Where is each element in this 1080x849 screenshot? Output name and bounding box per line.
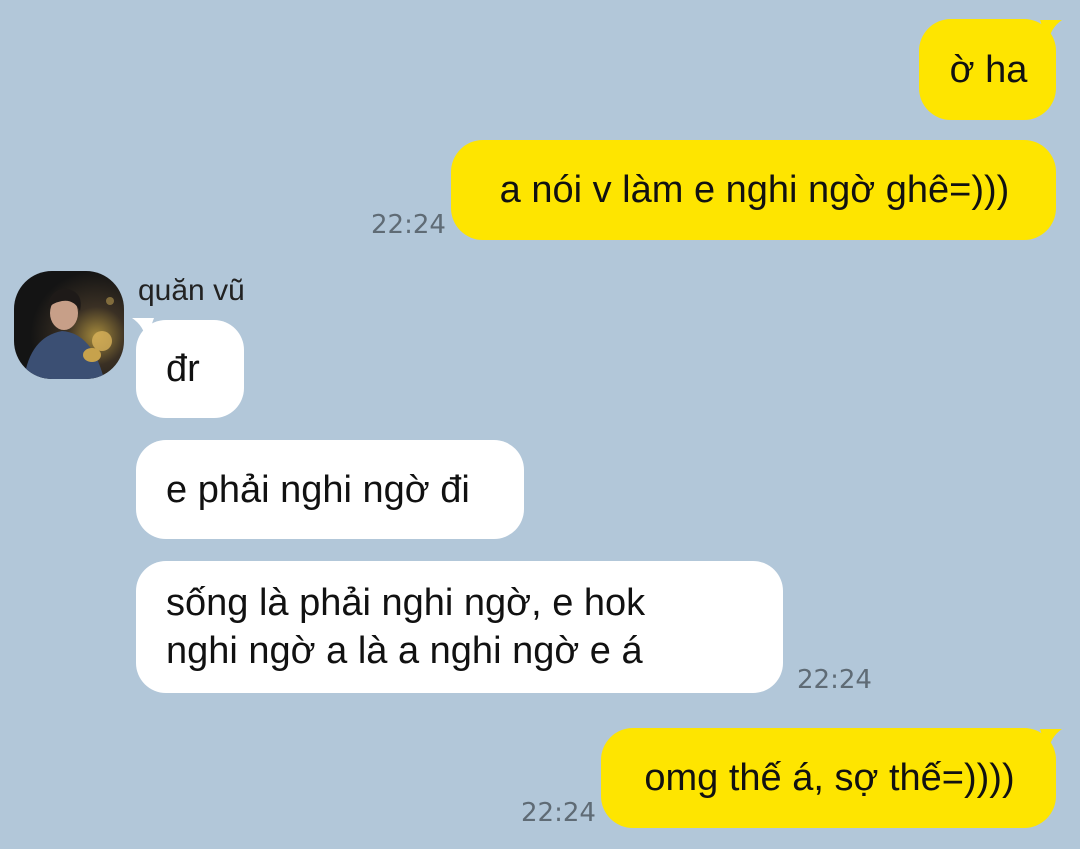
- message-bubble-sent[interactable]: omg thế á, sợ thế=)))): [601, 728, 1056, 828]
- profile-photo-icon: [14, 271, 124, 379]
- message-bubble-sent[interactable]: ờ ha: [919, 19, 1056, 120]
- message-timestamp: 22:24: [521, 798, 596, 828]
- contact-name: quăn vũ: [138, 274, 245, 307]
- message-text: ờ ha: [949, 48, 1028, 91]
- message-text: e phải nghi ngờ đi: [166, 468, 470, 511]
- message-text: a nói v làm e nghi ngờ ghê=))): [499, 169, 1010, 211]
- message-text: sống là phải nghi ngờ, e hok nghi ngờ a …: [166, 582, 646, 672]
- chat-area: ờ ha a nói v làm e nghi ngờ ghê=))) 22:2…: [0, 0, 1080, 849]
- avatar[interactable]: [14, 271, 124, 379]
- bubble-tail: [132, 318, 154, 340]
- message-bubble-received[interactable]: sống là phải nghi ngờ, e hok nghi ngờ a …: [136, 561, 783, 693]
- message-text: đr: [166, 348, 200, 390]
- bubble-tail: [1040, 20, 1062, 44]
- bubble-tail: [1040, 729, 1062, 753]
- message-bubble-received[interactable]: e phải nghi ngờ đi: [136, 440, 524, 539]
- message-timestamp: 22:24: [797, 665, 872, 695]
- message-text: omg thế á, sợ thế=)))): [644, 757, 1015, 799]
- message-timestamp: 22:24: [371, 210, 446, 240]
- message-bubble-sent[interactable]: a nói v làm e nghi ngờ ghê=))): [451, 140, 1056, 240]
